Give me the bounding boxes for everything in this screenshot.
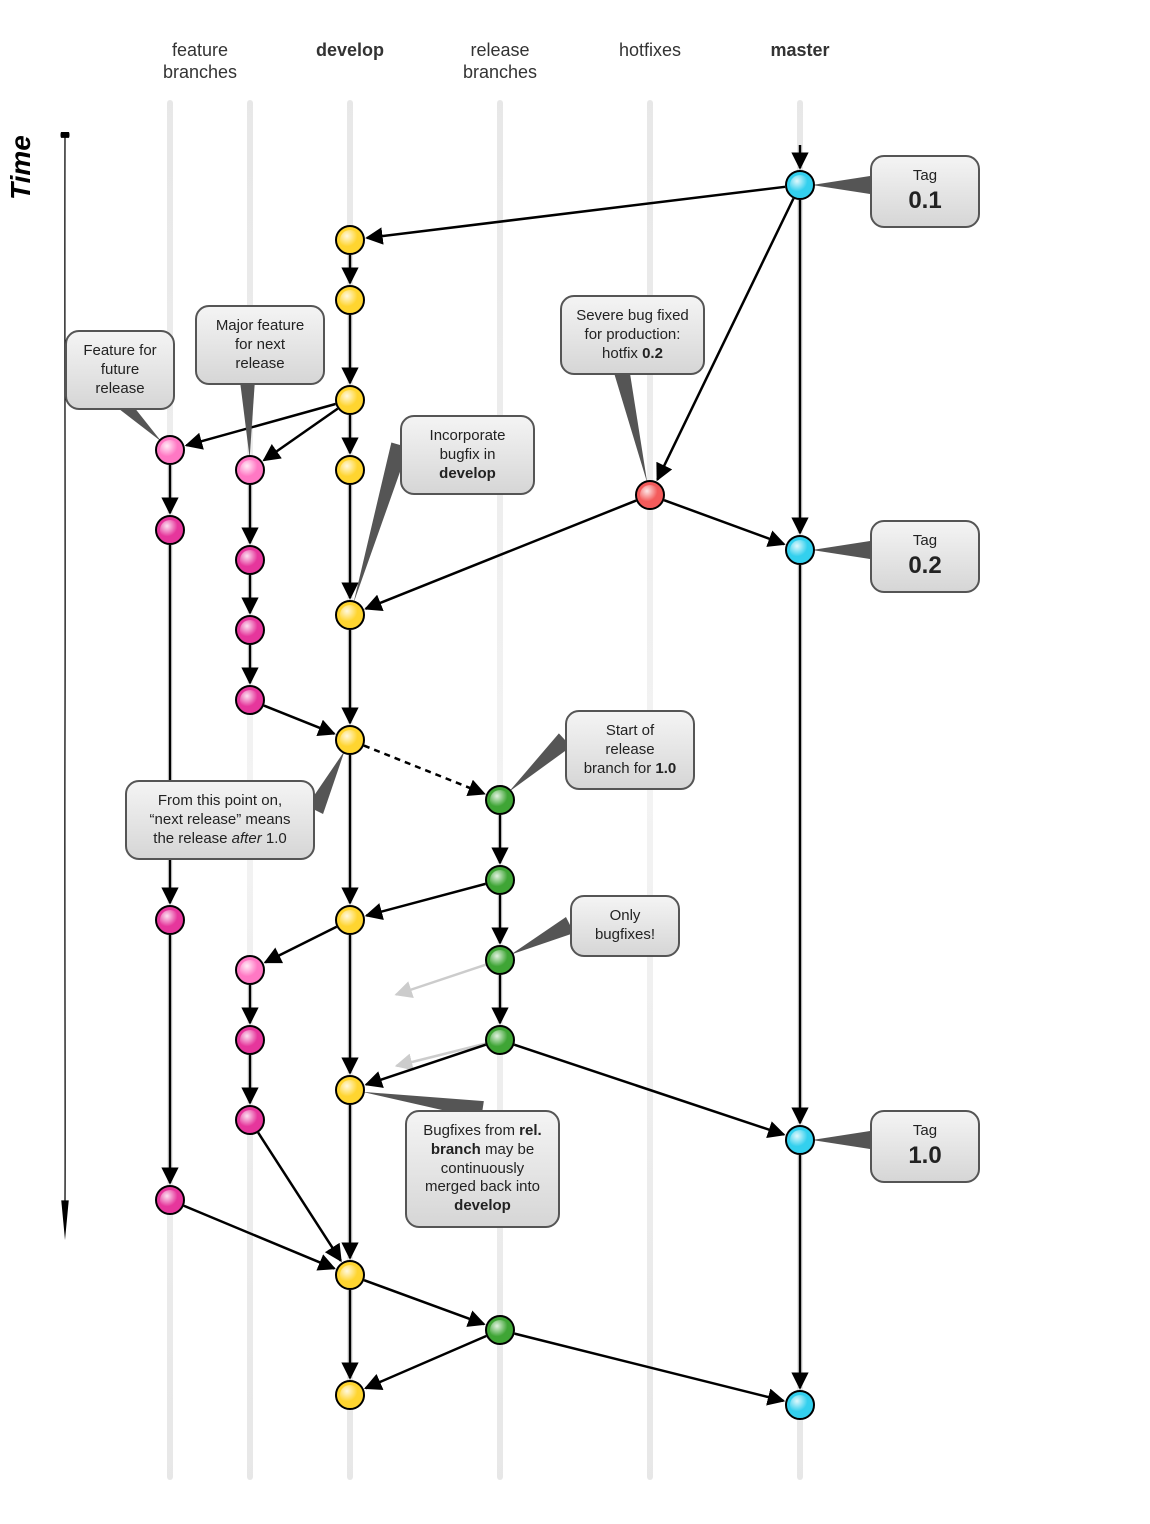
- edge-r4-ghost2: [396, 1044, 485, 1066]
- edge-d7-fA5: [265, 927, 336, 963]
- lane-header-feature: featurebranches: [130, 40, 270, 83]
- edge-r2-d7: [366, 884, 485, 916]
- time-axis: [60, 130, 70, 1240]
- commit-fA6: [235, 1025, 265, 1055]
- commit-d9: [335, 1260, 365, 1290]
- callout-tail-tag10: [812, 1131, 870, 1149]
- commit-r4: [485, 1025, 515, 1055]
- lane-header-hotfixes: hotfixes: [580, 40, 720, 62]
- callout-c-only-bug: Only bugfixes!: [570, 895, 680, 957]
- commit-fB2: [155, 515, 185, 545]
- callout-c-feat-major: Major feature for next release: [195, 305, 325, 385]
- callout-c-start-rel: Start of release branch for 1.0: [565, 710, 695, 790]
- commit-h1: [635, 480, 665, 510]
- edge-fA4-d6: [264, 706, 334, 734]
- callout-c-from-point: From this point on, “next release” means…: [125, 780, 315, 860]
- edge-d6-r1: [364, 746, 484, 794]
- commit-fA1: [235, 455, 265, 485]
- edge-r5-d10: [366, 1336, 487, 1388]
- commit-d8: [335, 1075, 365, 1105]
- callout-tag02: Tag0.2: [870, 520, 980, 593]
- lane-header-develop: develop: [280, 40, 420, 62]
- commit-d5: [335, 600, 365, 630]
- edge-m1-d1: [367, 187, 785, 238]
- callout-tag10: Tag1.0: [870, 1110, 980, 1183]
- commit-m2: [785, 535, 815, 565]
- edge-d3-fA1: [264, 409, 338, 461]
- callout-c-bugfixes: Bugfixes from rel. branch may be continu…: [405, 1110, 560, 1228]
- commit-r3: [485, 945, 515, 975]
- callout-c-feat-future: Feature for future release: [65, 330, 175, 410]
- commit-fB4: [155, 1185, 185, 1215]
- commit-fA2: [235, 545, 265, 575]
- commit-d6: [335, 725, 365, 755]
- commit-fA4: [235, 685, 265, 715]
- commit-fA5: [235, 955, 265, 985]
- edge-fA7-d9: [258, 1133, 341, 1261]
- commit-d7: [335, 905, 365, 935]
- lane-header-master: master: [730, 40, 870, 62]
- callout-tail-tag01: [812, 176, 870, 194]
- commit-d4: [335, 455, 365, 485]
- commit-fB3: [155, 905, 185, 935]
- commit-m1: [785, 170, 815, 200]
- commit-m4: [785, 1390, 815, 1420]
- commit-fA3: [235, 615, 265, 645]
- edge-h1-m2: [664, 500, 784, 544]
- callout-tail-c-only-bug: [511, 917, 574, 955]
- lane-bg-master: [797, 100, 803, 1480]
- commit-r1: [485, 785, 515, 815]
- commit-d10: [335, 1380, 365, 1410]
- time-axis-label: Time: [5, 135, 37, 200]
- commit-fB1: [155, 435, 185, 465]
- commit-r5: [485, 1315, 515, 1345]
- commit-d3: [335, 385, 365, 415]
- commit-m3: [785, 1125, 815, 1155]
- commit-fA7: [235, 1105, 265, 1135]
- lane-header-release: releasebranches: [430, 40, 570, 83]
- callout-c-hotfix: Severe bug fixed for production: hotfix …: [560, 295, 705, 375]
- callout-c-incorporate: Incorporate bugfix in develop: [400, 415, 535, 495]
- commit-d2: [335, 285, 365, 315]
- edge-fB4-d9: [184, 1206, 334, 1269]
- edge-r4-d8: [366, 1045, 486, 1085]
- edge-r3-ghost1: [396, 965, 486, 995]
- edge-d3-fB1: [186, 404, 335, 445]
- commit-r2: [485, 865, 515, 895]
- commit-d1: [335, 225, 365, 255]
- edge-d9-r5: [364, 1280, 484, 1324]
- callout-tail-tag02: [812, 541, 870, 559]
- callout-tail-c-start-rel: [509, 733, 571, 791]
- callout-tag01: Tag0.1: [870, 155, 980, 228]
